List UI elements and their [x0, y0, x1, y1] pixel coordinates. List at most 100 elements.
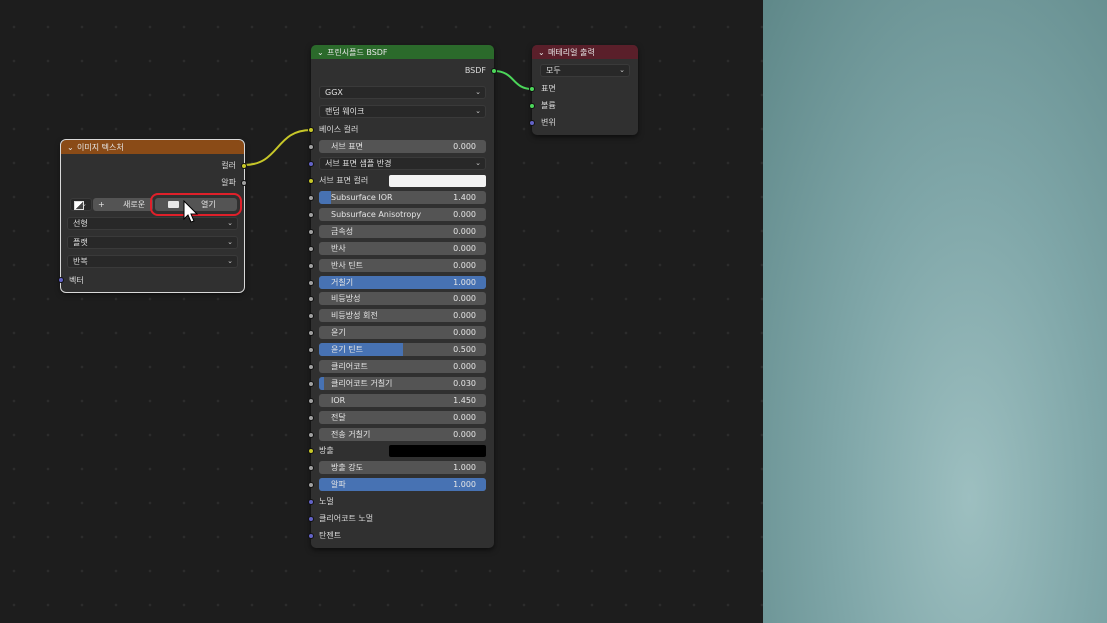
numeric-field[interactable]: 반사 0.000: [319, 242, 486, 255]
base-color-socket[interactable]: [308, 127, 314, 133]
chevron-down-icon: ⌄: [227, 219, 233, 227]
emission-strength-socket[interactable]: [308, 465, 314, 471]
field-label: 금속성: [331, 227, 354, 236]
field-socket[interactable]: [308, 246, 314, 252]
output-alpha-socket[interactable]: [241, 180, 247, 186]
field-value: 1.000: [453, 278, 476, 287]
field-value: 1.450: [453, 396, 476, 405]
input-vector-socket[interactable]: [58, 277, 64, 283]
interpolation-dropdown[interactable]: 선형 ⌄: [67, 217, 238, 230]
field-socket[interactable]: [308, 263, 314, 269]
normal-socket[interactable]: [308, 499, 314, 505]
field-socket[interactable]: [308, 432, 314, 438]
emission-color-swatch[interactable]: [389, 445, 486, 457]
field-value: 0.000: [453, 328, 476, 337]
chevron-down-icon: ⌄: [475, 88, 481, 96]
field-value: 0.000: [453, 413, 476, 422]
field-socket[interactable]: [308, 280, 314, 286]
subsurface-field[interactable]: 서브 표면 0.000: [319, 140, 486, 153]
new-image-button[interactable]: + 새로운: [93, 198, 153, 211]
target-dropdown[interactable]: 모두 ⌄: [540, 64, 630, 77]
output-bsdf-socket[interactable]: [491, 68, 497, 74]
field-value: 0.000: [453, 261, 476, 270]
3d-viewport[interactable]: [763, 0, 1107, 623]
image-browse-button[interactable]: ⌄: [70, 198, 92, 211]
field-socket[interactable]: [308, 229, 314, 235]
field-socket[interactable]: [308, 347, 314, 353]
field-socket[interactable]: [308, 330, 314, 336]
field-socket[interactable]: [308, 313, 314, 319]
field-value: 0.000: [453, 227, 476, 236]
distribution-value: GGX: [325, 88, 343, 97]
volume-socket[interactable]: [529, 103, 535, 109]
clearcoat-normal-label: 클리어코트 노멀: [319, 514, 374, 523]
alpha-field[interactable]: 알파 1.000: [319, 478, 486, 491]
chevron-down-icon: ⌄: [227, 238, 233, 246]
principled-bsdf-header[interactable]: ⌄ 프린시플드 BSDF: [311, 45, 494, 59]
field-socket[interactable]: [308, 381, 314, 387]
field-socket[interactable]: [308, 398, 314, 404]
collapse-chevron-icon[interactable]: ⌄: [317, 48, 327, 57]
alpha-socket[interactable]: [308, 482, 314, 488]
subsurface-radius-dropdown[interactable]: 서브 표면 샘플 반경 ⌄: [319, 157, 486, 170]
numeric-field[interactable]: Subsurface IOR 1.400: [319, 191, 486, 204]
collapse-chevron-icon[interactable]: ⌄: [67, 143, 77, 152]
input-vector-label: 벡터: [69, 276, 84, 285]
numeric-field[interactable]: 금속성 0.000: [319, 225, 486, 238]
numeric-field[interactable]: 전달 0.000: [319, 411, 486, 424]
field-label: 윤기: [331, 328, 346, 337]
subsurface-value: 0.000: [453, 142, 476, 151]
material-output-header[interactable]: ⌄ 매테리얼 출력: [532, 45, 638, 59]
numeric-field[interactable]: 전송 거칠기 0.000: [319, 428, 486, 441]
numeric-field[interactable]: 윤기 0.000: [319, 326, 486, 339]
field-socket[interactable]: [308, 195, 314, 201]
field-fill: [319, 191, 331, 204]
principled-bsdf-node[interactable]: ⌄ 프린시플드 BSDF BSDF GGX ⌄ 랜덤 웨이크 ⌄ 베이스 컬러 …: [308, 45, 497, 548]
subsurface-radius-label: 서브 표면 샘플 반경: [325, 159, 392, 168]
subsurface-method-dropdown[interactable]: 랜덤 웨이크 ⌄: [319, 105, 486, 118]
projection-dropdown[interactable]: 플랫 ⌄: [67, 236, 238, 249]
numeric-field[interactable]: 반사 틴트 0.000: [319, 259, 486, 272]
distribution-dropdown[interactable]: GGX ⌄: [319, 86, 486, 99]
subsurface-color-socket[interactable]: [308, 178, 314, 184]
mouse-cursor-icon: [183, 200, 199, 223]
field-socket[interactable]: [308, 415, 314, 421]
tangent-socket[interactable]: [308, 533, 314, 539]
numeric-field[interactable]: 윤기 틴트 0.500: [319, 343, 486, 356]
emission-socket[interactable]: [308, 448, 314, 454]
emission-strength-value: 1.000: [453, 463, 476, 472]
numeric-field[interactable]: 비등방성 회전 0.000: [319, 309, 486, 322]
target-value: 모두: [546, 66, 561, 75]
subsurface-radius-socket[interactable]: [308, 161, 314, 167]
principled-bsdf-title: 프린시플드 BSDF: [327, 47, 388, 57]
chevron-down-icon: ⌄: [475, 107, 481, 115]
numeric-field[interactable]: 비등방성 0.000: [319, 292, 486, 305]
chevron-down-icon: ⌄: [227, 257, 233, 265]
emission-strength-field[interactable]: 방출 강도 1.000: [319, 461, 486, 474]
image-texture-node[interactable]: ⌄ 이미지 텍스처 컬러 알파 ⌄ + 새로운 열기 선형 ⌄ 플랫 ⌄ 반복 …: [58, 139, 247, 293]
numeric-field[interactable]: Subsurface Anisotropy 0.000: [319, 208, 486, 221]
field-socket[interactable]: [308, 364, 314, 370]
field-label: 비등방성 회전: [331, 311, 378, 320]
clearcoat-normal-socket[interactable]: [308, 516, 314, 522]
numeric-field[interactable]: IOR 1.450: [319, 394, 486, 407]
chevron-down-icon: ⌄: [475, 159, 481, 167]
numeric-field[interactable]: 클리어코트 거칠기 0.030: [319, 377, 486, 390]
subsurface-color-swatch[interactable]: [389, 175, 486, 187]
base-color-label: 베이스 컬러: [319, 125, 359, 134]
output-color-socket[interactable]: [241, 163, 247, 169]
extension-dropdown[interactable]: 반복 ⌄: [67, 255, 238, 268]
image-texture-header[interactable]: ⌄ 이미지 텍스처: [61, 140, 244, 154]
numeric-field[interactable]: 거칠기 1.000: [319, 276, 486, 289]
field-label: 전송 거칠기: [331, 430, 371, 439]
numeric-field[interactable]: 클리어코트 0.000: [319, 360, 486, 373]
material-output-node[interactable]: ⌄ 매테리얼 출력 모두 ⌄ 표면 볼륨 변위: [529, 45, 638, 135]
collapse-chevron-icon[interactable]: ⌄: [538, 48, 548, 57]
subsurface-label: 서브 표면: [331, 142, 363, 151]
field-socket[interactable]: [308, 296, 314, 302]
field-socket[interactable]: [308, 212, 314, 218]
displacement-socket[interactable]: [529, 120, 535, 126]
subsurface-socket[interactable]: [308, 144, 314, 150]
emission-label: 방출: [319, 446, 334, 455]
surface-socket[interactable]: [529, 86, 535, 92]
